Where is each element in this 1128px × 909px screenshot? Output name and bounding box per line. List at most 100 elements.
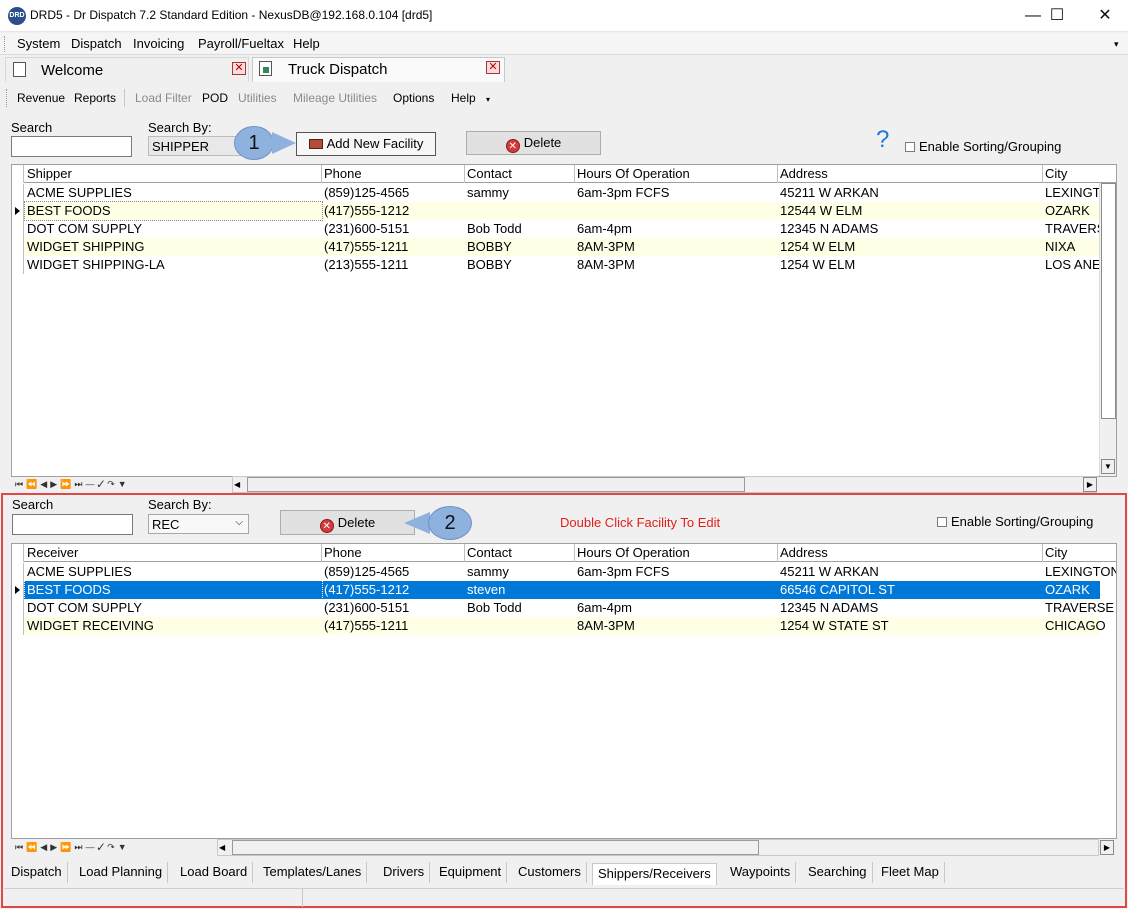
column-header-address[interactable]: Address [778,165,1043,183]
tab-drivers[interactable]: Drivers [378,862,431,883]
row-indicator[interactable] [12,599,24,617]
receiver-search-label: Search [12,497,54,512]
row-indicator[interactable] [12,581,24,599]
shipper-hscroll[interactable]: ◀ [232,476,1097,493]
toolbar-pod[interactable]: POD [202,91,228,105]
tab-load-board[interactable]: Load Board [175,862,254,883]
toolbar-overflow-icon[interactable]: ▾ [486,95,490,104]
column-header-city[interactable]: City [1043,165,1116,183]
column-header-hours-of-operation[interactable]: Hours Of Operation [575,165,778,183]
toolbar-reports[interactable]: Reports [74,91,116,105]
tab-shippers-receivers[interactable]: Shippers/Receivers [592,863,717,885]
row-indicator[interactable] [12,202,24,220]
toolbar-load-filter[interactable]: Load Filter [135,91,192,105]
table-cell: Bob Todd [467,600,522,615]
row-indicator[interactable] [12,184,24,202]
tab-load-planning[interactable]: Load Planning [74,862,169,883]
column-header-phone[interactable]: Phone [322,165,465,183]
menu-invoicing[interactable]: Invoicing [133,36,184,51]
toolbar-utilities[interactable]: Utilities [238,91,277,105]
table-row[interactable]: WIDGET RECEIVING (417)555-1211 8AM-3PM 1254… [12,617,1106,635]
scroll-down-icon[interactable]: ▼ [1101,459,1115,474]
row-indicator[interactable] [12,617,24,635]
scroll-left-icon[interactable]: ◀ [219,841,231,854]
receiver-search-by-value: REC [152,517,180,532]
tab-fleet-map[interactable]: Fleet Map [876,862,945,883]
shipper-grid[interactable]: Shipper Phone Contact Hours Of Operation Add… [11,164,1117,477]
menu-overflow-icon[interactable]: ▾ [1114,39,1119,50]
tab-equipment[interactable]: Equipment [434,862,508,883]
menu-system[interactable]: System [17,36,60,51]
table-cell: WIDGET SHIPPING-LA [27,257,165,272]
table-cell: (417)555-1212 [324,203,410,218]
receiver-search-by-select[interactable]: REC ⌵ [148,514,249,534]
receiver-search-by-label: Search By: [148,497,212,512]
receiver-hscroll-thumb[interactable] [232,840,759,855]
toolbar-mileage-utilities[interactable]: Mileage Utilities [293,91,377,105]
table-cell: 45211 W ARKAN [780,185,879,200]
tab-customers[interactable]: Customers [513,862,587,883]
column-header-hours-of-operation[interactable]: Hours Of Operation [575,544,778,562]
toolbar-options[interactable]: Options [393,91,434,105]
column-header-city[interactable]: City [1043,544,1116,562]
shipper-search-by-select[interactable]: SHIPPER [148,136,248,156]
shipper-navigator[interactable]: ⏮⏪◀▶⏩⏭—✓↷▼ [15,479,130,490]
column-header-receiver[interactable]: Receiver [25,544,322,562]
tab-searching[interactable]: Searching [803,862,873,883]
table-row[interactable]: DOT COM SUPPLY (231)600-5151 Bob Todd 6am-4… [12,599,1116,617]
menu-help[interactable]: Help [293,36,320,51]
column-header-address[interactable]: Address [778,544,1043,562]
close-button[interactable]: ✕ [1082,0,1128,31]
help-icon[interactable]: ? [876,126,889,154]
column-header-shipper[interactable]: Shipper [25,165,322,183]
menu-dispatch[interactable]: Dispatch [71,36,122,51]
toolbar-separator [124,89,125,107]
table-row[interactable]: WIDGET SHIPPING-LA (213)555-1211 BOBBY 8AM-… [12,256,1101,274]
row-indicator[interactable] [12,238,24,256]
callout-1: 1 [234,126,274,160]
receiver-search-input[interactable] [12,514,133,535]
page-icon [13,62,26,77]
maximize-button[interactable]: ☐ [1034,0,1080,31]
tab-truck-dispatch[interactable]: Truck Dispatch ✕ [252,57,505,82]
add-new-facility-button[interactable]: Add New Facility [296,132,436,156]
toolbar: Revenue Reports Load Filter POD Utilitie… [0,85,1128,111]
receiver-hscroll[interactable]: ◀ [217,839,1099,856]
shipper-vscroll-thumb[interactable] [1101,183,1116,419]
row-indicator[interactable] [12,563,24,581]
table-cell: (417)555-1211 [324,239,409,254]
toolbar-revenue[interactable]: Revenue [17,91,65,105]
tab-dispatch[interactable]: Dispatch [6,862,68,883]
column-header-contact[interactable]: Contact [465,165,575,183]
toolbar-help[interactable]: Help [451,91,476,105]
scroll-right-icon[interactable]: ▶ [1100,840,1114,855]
shipper-sorting-toggle[interactable]: Enable Sorting/Grouping [905,139,1061,154]
table-row[interactable]: DOT COM SUPPLY (231)600-5151 Bob Todd 6am-4… [12,220,1105,238]
shipper-hscroll-thumb[interactable] [247,477,745,492]
shipper-vscroll[interactable]: ▼ [1099,183,1116,476]
table-row[interactable]: BEST FOODS (417)555-1212 steven 66546 CAPIT… [12,580,1100,600]
scroll-left-icon[interactable]: ◀ [234,478,246,491]
table-row[interactable]: ACME SUPPLIES (859)125-4565 sammy 6am-3pm F… [12,563,1116,581]
tab-truck-dispatch-close-icon[interactable]: ✕ [486,61,500,74]
tab-welcome-close-icon[interactable]: ✕ [232,62,246,75]
shipper-search-input[interactable] [11,136,132,157]
tab-templates-lanes[interactable]: Templates/Lanes [258,862,368,883]
table-row[interactable]: ACME SUPPLIES (859)125-4565 sammy 6am-3pm F… [12,184,1101,202]
receiver-grid[interactable]: Receiver Phone Contact Hours Of Operation Ad… [11,543,1117,839]
tab-waypoints[interactable]: Waypoints [725,862,797,883]
table-row[interactable]: BEST FOODS (417)555-1212 12544 W ELM OZARK [12,201,1100,221]
scroll-right-icon[interactable]: ▶ [1083,477,1097,492]
row-indicator[interactable] [12,256,24,274]
receiver-navigator[interactable]: ⏮⏪◀▶⏩⏭—✓↷▼ [15,842,130,853]
row-indicator[interactable] [12,220,24,238]
shipper-sorting-label: Enable Sorting/Grouping [919,139,1062,154]
column-header-phone[interactable]: Phone [322,544,465,562]
shipper-delete-button[interactable]: ✕ Delete [466,131,601,155]
tab-welcome[interactable]: Welcome ✕ [5,57,249,82]
receiver-sorting-toggle[interactable]: Enable Sorting/Grouping [937,514,1093,529]
column-header-contact[interactable]: Contact [465,544,575,562]
receiver-delete-button[interactable]: ✕ Delete [280,510,415,535]
menu-payroll-fueltax[interactable]: Payroll/Fueltax [198,36,284,51]
table-row[interactable]: WIDGET SHIPPING (417)555-1211 BOBBY 8AM-3PM… [12,238,1100,256]
